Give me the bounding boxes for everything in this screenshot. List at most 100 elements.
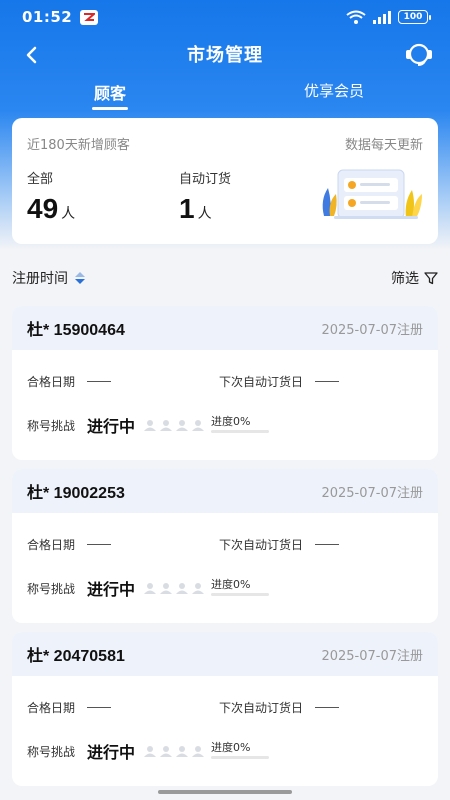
- person-icon: [144, 583, 157, 594]
- next-auto-order-label: 下次自动订货日: [219, 701, 304, 715]
- person-icon: [176, 420, 189, 431]
- person-icon: [144, 420, 157, 431]
- status-bar: 01:52 100: [0, 0, 450, 34]
- chevron-left-icon: [26, 46, 37, 64]
- person-icon: [192, 420, 205, 431]
- customer-name: 杜* 20470581: [27, 648, 125, 665]
- qualify-date-field: 合格日期: [27, 373, 112, 390]
- battery-icon: 100: [398, 10, 431, 24]
- stat-total: 全部 49 人: [27, 168, 75, 225]
- qualify-date-label: 合格日期: [27, 701, 76, 715]
- progress-track: [211, 593, 270, 596]
- challenge-label: 称号挑战: [27, 581, 76, 596]
- customer-card[interactable]: 杜* 19002253 2025-07-07注册 合格日期 下次自动订货日 称号…: [12, 469, 438, 623]
- next-auto-order-field: 下次自动订货日: [219, 536, 340, 553]
- challenge-status: 进行中: [87, 743, 136, 762]
- customer-register-date: 2025-07-07注册: [321, 322, 423, 338]
- summary-subtitle: 近180天新增顾客: [27, 138, 130, 153]
- home-indicator[interactable]: [158, 790, 292, 794]
- filter-button[interactable]: 筛选: [391, 268, 438, 288]
- qualify-date-empty: [87, 707, 112, 708]
- challenge-label: 称号挑战: [27, 418, 76, 433]
- customer-register-date: 2025-07-07注册: [321, 485, 423, 501]
- person-icon: [160, 583, 173, 594]
- title-challenge-row: 称号挑战 进行中 进度0%: [27, 413, 270, 437]
- qualify-date-field: 合格日期: [27, 699, 112, 716]
- sort-label: 注册时间: [12, 271, 68, 287]
- next-auto-order-label: 下次自动订货日: [219, 375, 304, 389]
- person-icon: [176, 583, 189, 594]
- tab-bar: 顾客 优享会员: [0, 80, 450, 112]
- stat-auto-order: 自动订货 1 人: [179, 168, 231, 225]
- title-challenge-row: 称号挑战 进行中 进度0%: [27, 739, 270, 763]
- title-challenge-row: 称号挑战 进行中 进度0%: [27, 576, 270, 600]
- customer-card-header: 杜* 19002253 2025-07-07注册: [12, 469, 438, 513]
- stat-auto-order-value: 1: [179, 193, 195, 224]
- filter-label: 筛选: [391, 271, 419, 287]
- challenge-step-icons: [143, 745, 205, 757]
- filter-icon: [424, 272, 438, 285]
- customer-name: 杜* 15900464: [27, 322, 125, 339]
- challenge-step-icons: [143, 582, 205, 594]
- challenge-step-icons: [143, 419, 205, 431]
- customer-card[interactable]: 杜* 20470581 2025-07-07注册 合格日期 下次自动订货日 称号…: [12, 632, 438, 786]
- stat-total-value: 49: [27, 193, 59, 224]
- next-auto-order-empty: [315, 381, 340, 382]
- challenge-label: 称号挑战: [27, 744, 76, 759]
- person-icon: [160, 746, 173, 757]
- sort-by-register-time-button[interactable]: 注册时间: [12, 268, 86, 288]
- next-auto-order-empty: [315, 707, 340, 708]
- next-auto-order-label: 下次自动订货日: [219, 538, 304, 552]
- customer-card-header: 杜* 15900464 2025-07-07注册: [12, 306, 438, 350]
- progress-track: [211, 756, 270, 759]
- battery-level: 100: [403, 12, 423, 22]
- person-icon: [144, 746, 157, 757]
- next-auto-order-empty: [315, 544, 340, 545]
- challenge-progress: 进度0%: [211, 413, 270, 433]
- challenge-progress: 进度0%: [211, 739, 270, 759]
- signal-icon: [373, 11, 391, 24]
- person-icon: [176, 746, 189, 757]
- progress-label: 进度0%: [211, 415, 251, 428]
- summary-update-note: 数据每天更新: [344, 138, 423, 153]
- headset-icon: [406, 43, 432, 66]
- qualify-date-empty: [87, 544, 112, 545]
- person-icon: [192, 746, 205, 757]
- customer-name: 杜* 19002253: [27, 485, 125, 502]
- status-time: 01:52: [22, 8, 73, 26]
- status-icons: 100: [346, 10, 431, 24]
- stat-total-label: 全部: [27, 172, 54, 187]
- stat-auto-order-unit: 人: [197, 206, 212, 222]
- person-icon: [160, 420, 173, 431]
- qualify-date-label: 合格日期: [27, 375, 76, 389]
- progress-track: [211, 430, 270, 433]
- person-icon: [192, 583, 205, 594]
- customer-card[interactable]: 杜* 15900464 2025-07-07注册 合格日期 下次自动订货日 称号…: [12, 306, 438, 460]
- challenge-status: 进行中: [87, 580, 136, 599]
- summary-card: 近180天新增顾客 数据每天更新 全部 49 人 自动订货 1 人: [12, 118, 438, 244]
- customer-card-header: 杜* 20470581 2025-07-07注册: [12, 632, 438, 676]
- sort-icon: [75, 272, 85, 284]
- progress-label: 进度0%: [211, 578, 251, 591]
- list-toolbar: 注册时间 筛选: [0, 264, 450, 292]
- qualify-date-label: 合格日期: [27, 538, 76, 552]
- summary-illustration: [322, 169, 422, 219]
- back-button[interactable]: [18, 42, 44, 68]
- tab-premium-members[interactable]: 优享会员: [304, 80, 364, 112]
- challenge-status: 进行中: [87, 417, 136, 436]
- progress-label: 进度0%: [211, 741, 251, 754]
- wifi-icon: [346, 10, 366, 24]
- challenge-progress: 进度0%: [211, 576, 270, 596]
- customer-service-button[interactable]: [404, 40, 434, 68]
- stat-auto-order-label: 自动订货: [179, 172, 232, 187]
- tab-customers[interactable]: 顾客: [91, 80, 129, 112]
- stat-total-unit: 人: [61, 206, 76, 222]
- customer-register-date: 2025-07-07注册: [321, 648, 423, 664]
- app-notification-icon: [80, 9, 99, 25]
- page-title: 市场管理: [187, 45, 263, 66]
- next-auto-order-field: 下次自动订货日: [219, 699, 340, 716]
- qualify-date-empty: [87, 381, 112, 382]
- next-auto-order-field: 下次自动订货日: [219, 373, 340, 390]
- qualify-date-field: 合格日期: [27, 536, 112, 553]
- nav-bar: 市场管理: [0, 34, 450, 74]
